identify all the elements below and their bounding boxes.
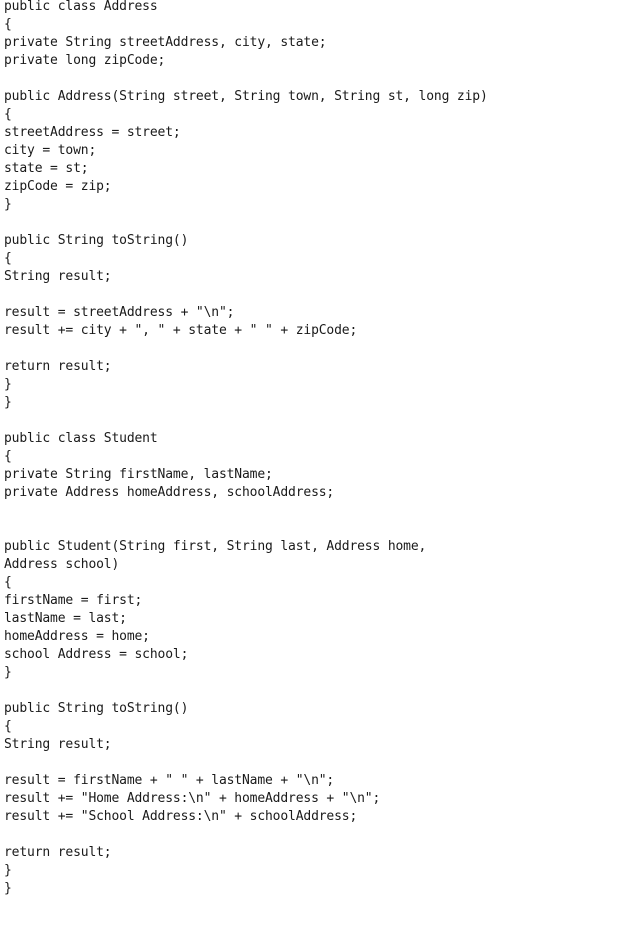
code-line: } [4,863,12,878]
code-line: private long zipCode; [4,53,166,68]
code-line: { [4,251,12,266]
code-listing: public class Address { private String st… [4,0,488,898]
code-line: { [4,449,12,464]
code-line: } [4,881,12,896]
code-line: result += "Home Address:\n" + homeAddres… [4,791,381,806]
code-line: result += city + ", " + state + " " + zi… [4,323,358,338]
code-line: result += "School Address:\n" + schoolAd… [4,809,358,824]
code-line: state = st; [4,161,89,176]
code-line: result = firstName + " " + lastName + "\… [4,773,335,788]
code-line: public Student(String first, String last… [4,539,427,554]
code-line: result = streetAddress + "\n"; [4,305,235,320]
code-line: private String streetAddress, city, stat… [4,35,327,50]
code-line: homeAddress = home; [4,629,150,644]
code-line: { [4,719,12,734]
code-line: firstName = first; [4,593,143,608]
code-line: school Address = school; [4,647,189,662]
code-line: streetAddress = street; [4,125,181,140]
code-line: zipCode = zip; [4,179,112,194]
code-line: city = town; [4,143,97,158]
code-line: private Address homeAddress, schoolAddre… [4,485,335,500]
code-line: } [4,197,12,212]
code-line: { [4,107,12,122]
code-line: String result; [4,737,112,752]
code-line: public class Address [4,0,158,14]
code-line: } [4,377,12,392]
code-line: public String toString() [4,701,189,716]
code-line: return result; [4,359,112,374]
code-line: public class Student [4,431,158,446]
code-line: private String firstName, lastName; [4,467,273,482]
code-line: public String toString() [4,233,189,248]
code-line: public Address(String street, String tow… [4,89,488,104]
code-line: { [4,17,12,32]
code-line: lastName = last; [4,611,127,626]
code-line: } [4,665,12,680]
code-line: } [4,395,12,410]
code-line: String result; [4,269,112,284]
code-line: Address school) [4,557,120,572]
code-line: return result; [4,845,112,860]
code-line: { [4,575,12,590]
